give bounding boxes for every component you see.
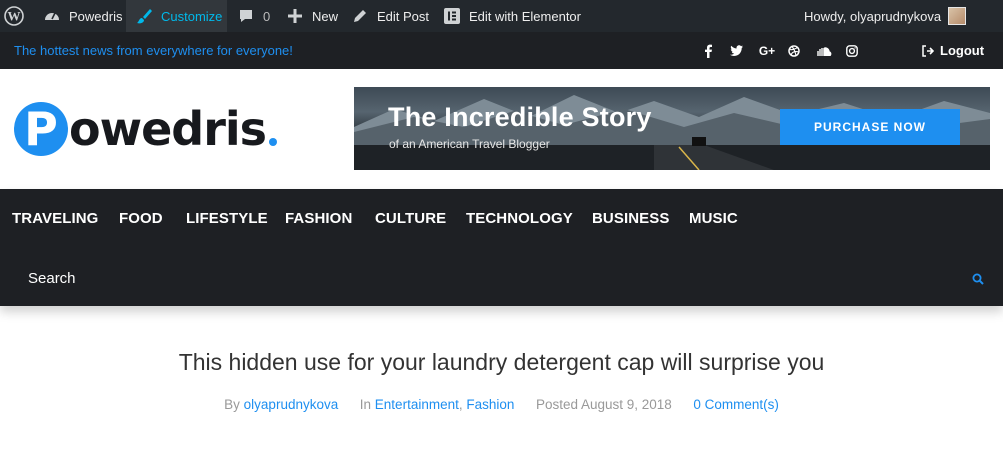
nav-item-technology[interactable]: TECHNOLOGY [466,210,573,227]
dribbble-icon[interactable] [785,42,803,60]
new-content-menu[interactable]: New [285,0,338,32]
search-button[interactable] [968,269,988,289]
avatar [948,7,967,25]
paintbrush-icon [134,6,154,26]
pencil-icon [350,6,370,26]
logo-dot [269,138,278,146]
new-label: New [312,8,339,24]
category-link-entertainment[interactable]: Entertainment [375,397,459,412]
author-link[interactable]: olyaprudnykova [244,397,339,412]
nav-item-business[interactable]: BUSINESS [592,210,670,227]
nav-item-fashion[interactable]: FASHION [285,210,352,227]
comment-bubble-icon [236,6,256,26]
edit-post-link[interactable]: Edit Post [350,0,429,32]
banner-subtitle: of an American Travel Blogger [389,137,550,151]
google-plus-icon[interactable]: G+ [756,42,778,60]
customize-link[interactable]: Customize [126,0,227,32]
dashboard-gauge-icon [42,6,62,26]
main-navigation: TRAVELING FOOD LIFESTYLE FASHION CULTURE… [0,189,1003,306]
nav-item-traveling[interactable]: TRAVELING [12,210,98,227]
purchase-now-button[interactable]: PURCHASE NOW [780,109,960,145]
twitter-icon[interactable] [727,42,745,60]
nav-item-lifestyle[interactable]: LIFESTYLE [186,210,268,227]
ad-banner[interactable]: The Incredible Story of an American Trav… [354,87,990,170]
logo-p-circle: P [14,102,68,156]
logout-label: Logout [940,43,985,58]
nav-item-culture[interactable]: CULTURE [375,210,446,227]
comments-link[interactable]: 0 Comment(s) [693,397,779,412]
site-name-menu[interactable]: Powedris [42,0,122,32]
site-header: P owedris The Incredible Story of an Ame… [0,69,1003,189]
elementor-icon [442,6,462,26]
plus-icon [285,6,305,26]
logout-link[interactable]: Logout [922,43,984,58]
edit-with-elementor-link[interactable]: Edit with Elementor [442,0,581,32]
wordpress-logo-button[interactable]: W [4,0,24,32]
edit-with-elementor-label: Edit with Elementor [469,8,581,24]
my-account-menu[interactable]: Howdy, olyaprudnykova [804,0,967,32]
search-input[interactable] [14,259,954,297]
edit-post-label: Edit Post [377,8,430,24]
site-tagline: The hottest news from everywhere for eve… [14,43,293,58]
article-meta: By olyaprudnykova In Entertainment, Fash… [224,397,779,412]
banner-title: The Incredible Story [388,102,652,132]
wordpress-icon: W [4,6,24,26]
sign-out-icon [922,44,934,57]
customize-label: Customize [161,8,223,24]
meta-in-label: In [359,397,372,412]
post-date: Posted August 9, 2018 [535,397,672,412]
comments-link[interactable]: 0 [236,0,270,32]
category-link-fashion[interactable]: Fashion [466,397,514,412]
instagram-icon[interactable] [843,42,861,60]
svg-text:W: W [8,9,21,24]
top-bar: The hottest news from everywhere for eve… [0,32,1003,69]
facebook-icon[interactable] [699,42,717,60]
meta-by-label: By [224,397,240,412]
comments-count: 0 [263,8,271,24]
nav-item-food[interactable]: FOOD [119,210,163,227]
logo-text: owedris [69,102,267,156]
howdy-label: Howdy, olyaprudnykova [804,8,942,24]
nav-item-music[interactable]: MUSIC [689,210,738,227]
site-logo[interactable]: P owedris [14,101,278,157]
admin-bar: W Powedris Customize 0 New Edit Post Edi… [0,0,1003,32]
search-icon [972,273,984,285]
soundcloud-icon[interactable] [813,42,833,60]
site-name-label: Powedris [69,8,123,24]
article-title: This hidden use for your laundry deterge… [178,349,825,375]
